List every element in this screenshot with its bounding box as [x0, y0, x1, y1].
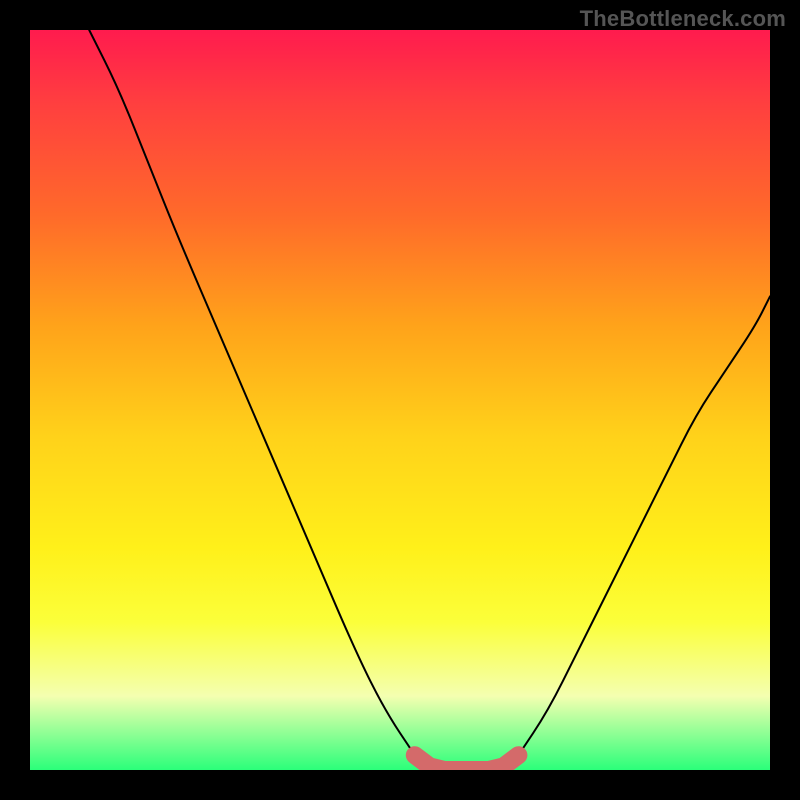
left-curve [89, 30, 415, 755]
chart-svg [30, 30, 770, 770]
watermark-label: TheBottleneck.com [580, 6, 786, 32]
right-curve [518, 296, 770, 755]
plot-area [30, 30, 770, 770]
valley-band [415, 755, 519, 770]
chart-frame: TheBottleneck.com [0, 0, 800, 800]
